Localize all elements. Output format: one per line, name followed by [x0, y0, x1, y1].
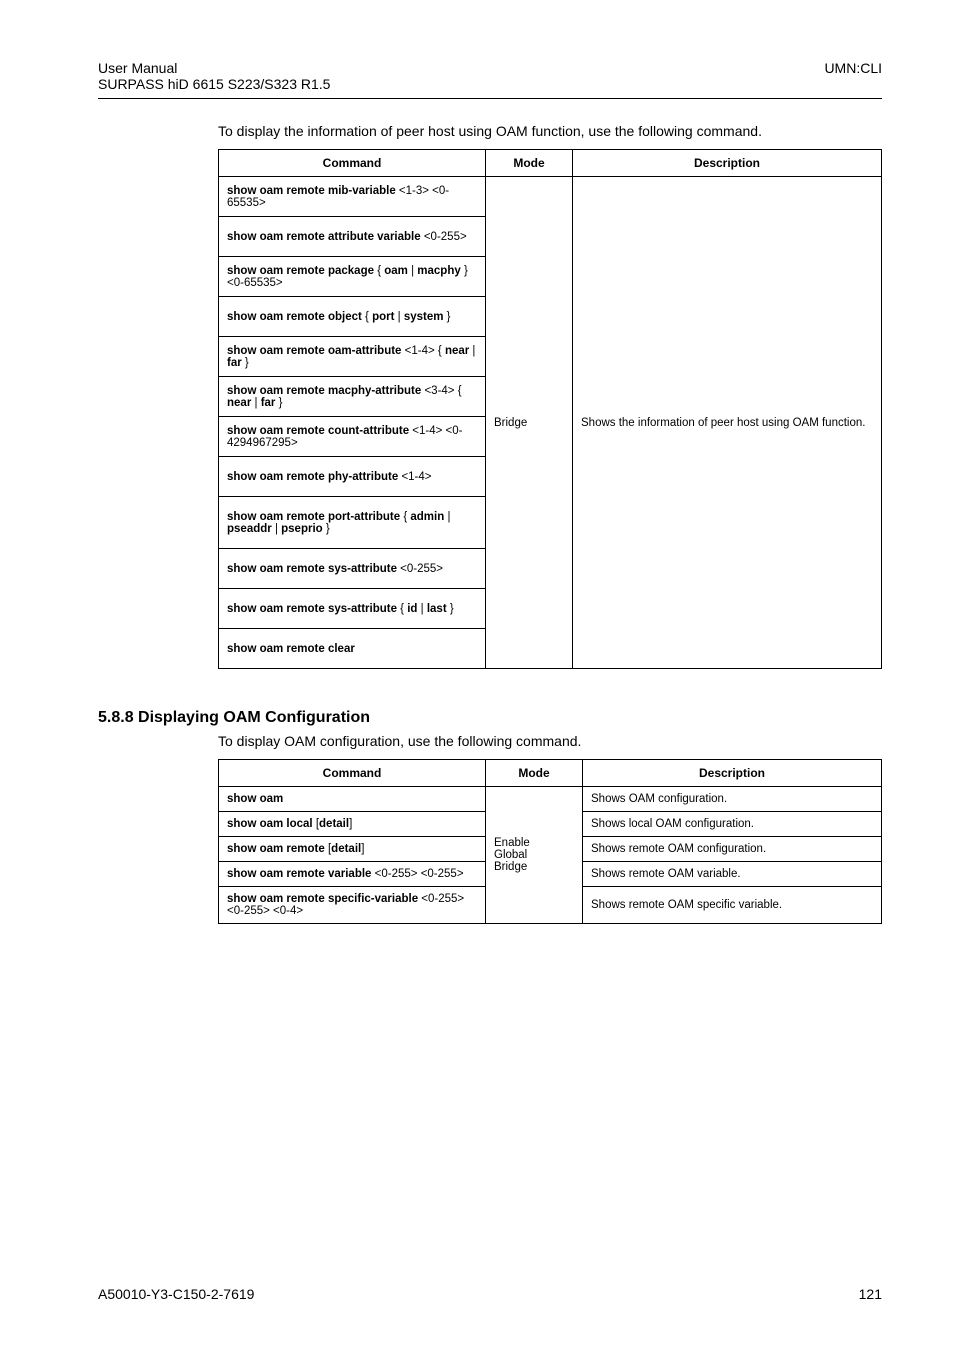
- cmd-cell: show oam remote sys-attribute { id | las…: [219, 589, 486, 629]
- cmd-cell: show oam remote count-attribute <1-4> <0…: [219, 417, 486, 457]
- th-command: Command: [219, 150, 486, 177]
- cmd-cell: show oam remote [detail]: [219, 837, 486, 862]
- th-mode: Mode: [486, 760, 583, 787]
- header-right: UMN:CLI: [824, 60, 882, 92]
- cmd-cell: show oam remote port-attribute { admin |…: [219, 497, 486, 549]
- cmd-cell: show oam remote object { port | system }: [219, 297, 486, 337]
- header-left-line1: User Manual: [98, 60, 177, 76]
- cmd-cell: show oam remote mib-variable <1-3> <0-65…: [219, 177, 486, 217]
- cmd-cell: show oam remote phy-attribute <1-4>: [219, 457, 486, 497]
- desc-cell: Shows remote OAM variable.: [583, 862, 882, 887]
- mode-cell: Enable Global Bridge: [486, 787, 583, 924]
- section-heading: 5.8.8 Displaying OAM Configuration: [98, 709, 882, 727]
- page-header: User ManualSURPASS hiD 6615 S223/S323 R1…: [98, 60, 882, 99]
- page-footer: A50010-Y3-C150-2-7619 121: [98, 1286, 882, 1302]
- cmd-cell: show oam remote sys-attribute <0-255>: [219, 549, 486, 589]
- footer-pagenum: 121: [859, 1286, 882, 1302]
- cmd-cell: show oam local [detail]: [219, 812, 486, 837]
- th-description: Description: [583, 760, 882, 787]
- command-table-2: Command Mode Description show oam Enable…: [218, 759, 882, 924]
- cmd-cell: show oam remote attribute variable <0-25…: [219, 217, 486, 257]
- footer-left: A50010-Y3-C150-2-7619: [98, 1286, 254, 1302]
- cmd-cell: show oam remote oam-attribute <1-4> { ne…: [219, 337, 486, 377]
- header-left: User ManualSURPASS hiD 6615 S223/S323 R1…: [98, 60, 330, 92]
- th-command: Command: [219, 760, 486, 787]
- cmd-cell: show oam remote macphy-attribute <3-4> {…: [219, 377, 486, 417]
- desc-cell: Shows OAM configuration.: [583, 787, 882, 812]
- intro-text-2: To display OAM configuration, use the fo…: [218, 733, 882, 749]
- cmd-cell: show oam: [219, 787, 486, 812]
- desc-cell: Shows remote OAM specific variable.: [583, 887, 882, 924]
- desc-cell: Shows the information of peer host using…: [573, 177, 882, 669]
- command-table-1: Command Mode Description show oam remote…: [218, 149, 882, 669]
- cmd-cell: show oam remote package { oam | macphy }…: [219, 257, 486, 297]
- header-left-line2: SURPASS hiD 6615 S223/S323 R1.5: [98, 76, 330, 92]
- desc-cell: Shows local OAM configuration.: [583, 812, 882, 837]
- mode-cell: Bridge: [486, 177, 573, 669]
- cmd-cell: show oam remote specific-variable <0-255…: [219, 887, 486, 924]
- th-mode: Mode: [486, 150, 573, 177]
- cmd-cell: show oam remote clear: [219, 629, 486, 669]
- desc-cell: Shows remote OAM configuration.: [583, 837, 882, 862]
- intro-text-1: To display the information of peer host …: [218, 123, 882, 139]
- cmd-cell: show oam remote variable <0-255> <0-255>: [219, 862, 486, 887]
- th-description: Description: [573, 150, 882, 177]
